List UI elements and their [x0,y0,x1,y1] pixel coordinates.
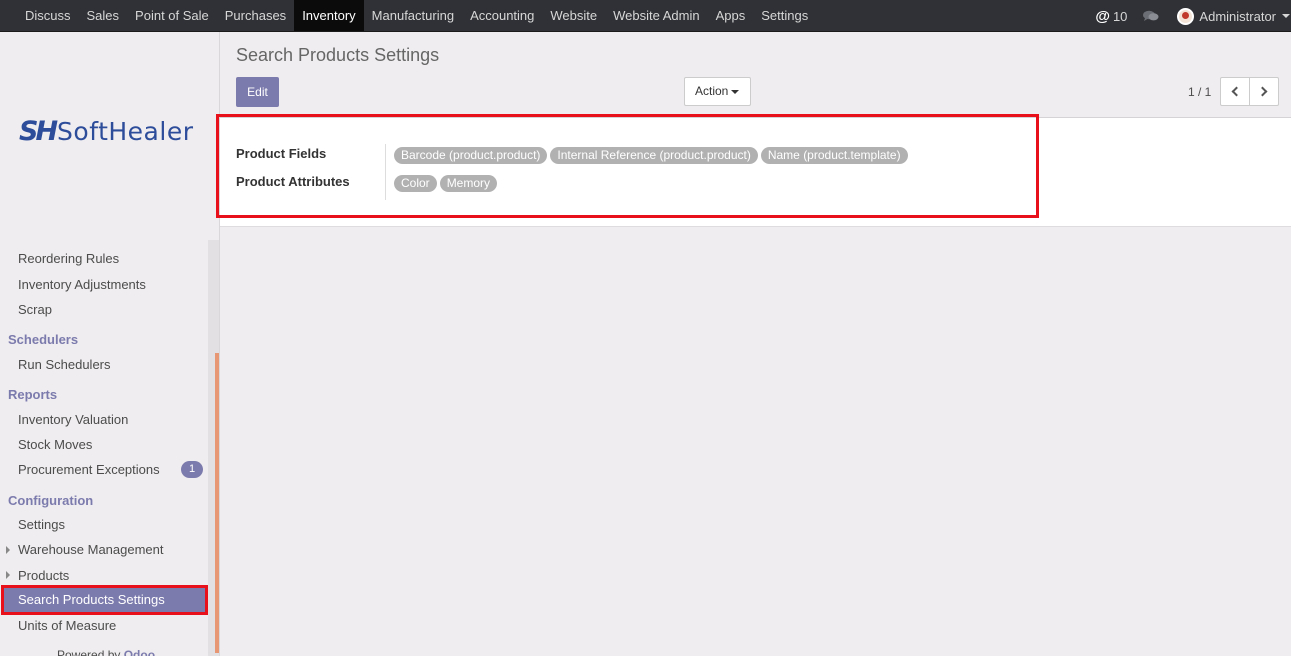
sidebar-scrollbar-thumb[interactable] [215,353,219,653]
edit-button[interactable]: Edit [236,77,279,107]
sidebar-item-run-schedulers[interactable]: Run Schedulers [18,357,111,372]
sidebar-item-warehouse-management[interactable]: Warehouse Management [18,542,164,557]
menu-website[interactable]: Website [542,0,605,31]
sidebar-item-reordering-rules[interactable]: Reordering Rules [18,251,119,266]
sidebar-header-reports: Reports [8,387,58,402]
menu-accounting[interactable]: Accounting [462,0,542,31]
menu-sales[interactable]: Sales [79,0,128,31]
caret-down-icon [731,89,740,94]
sidebar-item-procurement-exceptions[interactable]: Procurement Exceptions [18,462,160,477]
sidebar-item-inventory-adjustments[interactable]: Inventory Adjustments [18,277,146,292]
menu-manufacturing[interactable]: Manufacturing [364,0,462,31]
at-sign-icon: @ [1095,7,1110,25]
menu-settings[interactable]: Settings [753,0,816,31]
chevron-down-icon [1282,14,1290,18]
chat-bubbles-icon[interactable] [1143,10,1159,22]
company-logo: SH SoftHealer [19,116,193,147]
powered-by-text: Powered by [57,648,121,656]
avatar [1177,7,1195,25]
sidebar-item-products[interactable]: Products [18,568,69,583]
action-label: Action [695,84,729,98]
highlight-box-sidebar [1,585,208,615]
menu-website-admin[interactable]: Website Admin [605,0,707,31]
menu-apps[interactable]: Apps [708,0,754,31]
top-navbar: Discuss Sales Point of Sale Purchases In… [0,0,1291,32]
odoo-link[interactable]: Odoo [124,648,155,656]
sidebar-item-stock-moves[interactable]: Stock Moves [18,437,92,452]
menu-discuss[interactable]: Discuss [17,0,79,31]
main-menu: Discuss Sales Point of Sale Purchases In… [17,0,816,32]
expand-triangle-icon[interactable] [6,546,10,554]
sidebar-item-inventory-valuation[interactable]: Inventory Valuation [18,412,128,427]
chevron-left-icon [1231,86,1242,97]
sidebar-header-configuration: Configuration [8,493,94,508]
mentions-button[interactable]: @ 10 [1095,8,1127,25]
mentions-count: 10 [1112,8,1128,24]
logo-mark: SH [19,116,58,147]
systray: @ 10 Administrator [1095,0,1291,32]
sidebar-header-schedulers: Schedulers [8,332,79,347]
expand-triangle-icon[interactable] [6,571,10,579]
menu-inventory[interactable]: Inventory [294,0,364,31]
pager-next-button[interactable] [1249,77,1279,106]
menu-point-of-sale[interactable]: Point of Sale [127,0,217,31]
control-panel: Search Products Settings Edit Action 1 /… [220,32,1291,118]
pager-previous-button[interactable] [1220,77,1250,106]
sidebar-item-settings[interactable]: Settings [18,517,65,532]
sidebar-item-units-of-measure[interactable]: Units of Measure [18,618,116,633]
procurement-count-badge: 1 [181,461,203,478]
powered-by: Powered by Odoo [57,648,155,656]
action-dropdown[interactable]: Action [684,77,751,106]
page-title: Search Products Settings [236,45,440,65]
menu-purchases[interactable]: Purchases [217,0,294,31]
chevron-right-icon [1257,86,1268,97]
user-menu[interactable]: Administrator [1177,7,1291,25]
pager-counter[interactable]: 1 / 1 [1188,85,1211,99]
highlight-box-form [216,114,1039,218]
logo-wordmark: SoftHealer [57,117,194,146]
user-name: Administrator [1199,8,1276,24]
sidebar-item-scrap[interactable]: Scrap [18,302,52,317]
